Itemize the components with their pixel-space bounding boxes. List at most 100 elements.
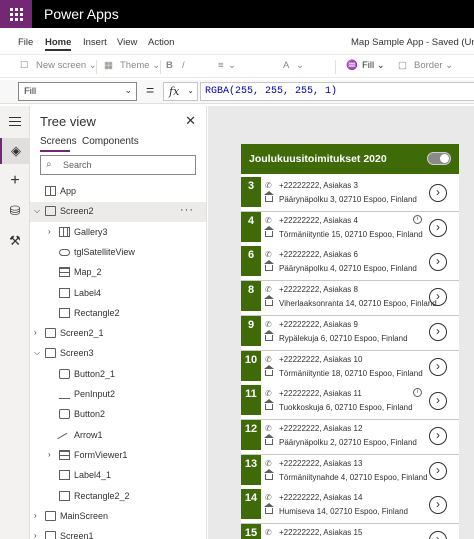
tree-item[interactable]: Rectangle2_2: [30, 487, 206, 507]
tree-item-label: Rectangle2_2: [74, 490, 130, 501]
tree-item[interactable]: Button2: [30, 405, 206, 425]
insert-button[interactable]: +: [0, 168, 30, 194]
chevron-right-icon[interactable]: ›: [429, 357, 447, 376]
tree-item[interactable]: › Screen1: [30, 527, 206, 539]
chevron-right-icon[interactable]: ›: [34, 328, 37, 337]
screen-icon: [45, 206, 56, 217]
customer-row[interactable]: 4 ✆ +22222222, Asiakas 4 Törmäniityntie 15,…: [241, 211, 459, 247]
tree-item[interactable]: Label4_1: [30, 466, 206, 486]
tree-item[interactable]: › MainScreen: [30, 507, 206, 527]
tree-item[interactable]: Map_2: [30, 263, 206, 283]
chevron-down-icon[interactable]: ⌵: [34, 206, 40, 216]
fx-button[interactable]: fx ⌄: [163, 82, 198, 101]
chevron-right-icon[interactable]: ›: [429, 184, 447, 202]
chevron-right-icon[interactable]: ›: [34, 511, 37, 520]
delivery-number: 15: [241, 524, 261, 539]
phone-icon: ✆: [265, 319, 272, 329]
customer-row[interactable]: 8 ✆ +22222222, Asiakas 8 Viherlaaksonranta …: [241, 281, 459, 317]
customer-row[interactable]: 14 ✆ +22222222, Asiakas 14 Humiseva 14, 027…: [241, 489, 459, 525]
data-button[interactable]: ⛁: [0, 198, 30, 224]
phone-icon: ✆: [265, 181, 272, 190]
tree-item-label: Screen3: [60, 348, 94, 359]
home-icon: [264, 191, 274, 202]
text-align-chevron-icon: ⌄: [228, 60, 236, 71]
chevron-right-icon[interactable]: ›: [429, 392, 447, 411]
tree-item[interactable]: tglSatelliteView: [30, 243, 206, 263]
font-color-button[interactable]: A: [283, 60, 289, 71]
chevron-right-icon[interactable]: ›: [429, 531, 447, 539]
customer-row[interactable]: 3 ✆ +22222222, Asiakas 3 Päärynäpolku 3, 02…: [241, 177, 459, 212]
property-dropdown[interactable]: Fill ⌄: [18, 82, 137, 101]
delivery-number: 9: [241, 315, 261, 346]
phone-icon: ✆: [265, 250, 272, 260]
theme-label: Theme: [120, 60, 150, 71]
text-align-button[interactable]: ≡: [218, 60, 224, 71]
app-launcher-button[interactable]: [0, 0, 32, 28]
bold-button[interactable]: B: [166, 60, 173, 71]
tab-screens[interactable]: Screens: [40, 136, 77, 147]
menu-file[interactable]: File: [18, 37, 33, 48]
tree-item[interactable]: App: [30, 182, 206, 202]
database-icon: ⛁: [9, 203, 21, 218]
chevron-right-icon[interactable]: ›: [48, 450, 51, 459]
chevron-right-icon[interactable]: ›: [34, 531, 37, 539]
satellite-view-toggle[interactable]: [427, 152, 451, 165]
info-icon[interactable]: i: [413, 214, 422, 224]
hamburger-menu-button[interactable]: [0, 108, 30, 134]
chevron-right-icon[interactable]: ›: [429, 218, 447, 237]
customer-phone-name: +22222222, Asiakas 3: [279, 181, 358, 190]
chevron-right-icon[interactable]: ›: [429, 288, 447, 307]
chevron-right-icon[interactable]: ›: [429, 253, 447, 272]
tree-item[interactable]: Label4: [30, 284, 206, 304]
customer-address: Rypälekuja 6, 02710 Espoo, Finland: [279, 333, 408, 343]
chevron-right-icon[interactable]: ›: [429, 426, 447, 445]
screen-icon: [45, 510, 56, 521]
customer-row[interactable]: 12 ✆ +22222222, Asiakas 12 Päärynäpolku 2, …: [241, 419, 459, 455]
formula-input[interactable]: RGBA(255, 255, 255, 1): [200, 82, 474, 101]
customer-row[interactable]: 10 ✆ +22222222, Asiakas 10 Törmäniityntie 1…: [241, 350, 459, 386]
menu-home[interactable]: Home: [45, 37, 71, 48]
search-input[interactable]: ⌕ Search: [40, 155, 196, 175]
tools-icon: ⚒: [9, 233, 21, 248]
tree-item[interactable]: ⌵ Screen2 ···: [30, 202, 206, 223]
screen-icon: [45, 328, 56, 339]
customer-phone-name: +22222222, Asiakas 10: [279, 354, 363, 364]
tree-view-button[interactable]: ◈: [0, 138, 30, 164]
more-options-icon[interactable]: ···: [180, 204, 194, 216]
customer-row[interactable]: 13 ✆ +22222222, Asiakas 13 Törmäniitynahde …: [241, 454, 459, 490]
tab-components[interactable]: Components: [82, 136, 139, 147]
theme-button[interactable]: Theme ⌄: [120, 60, 160, 71]
customer-row[interactable]: 9 ✆ +22222222, Asiakas 9 Rypälekuja 6, 0271…: [241, 315, 459, 351]
tree-item[interactable]: › FormViewer1: [30, 446, 206, 466]
canvas-area: Joulukuusitoimitukset 2020 3 ✆ +22222222, …: [208, 106, 474, 539]
tree-item[interactable]: Button2_1: [30, 365, 206, 385]
menu-view[interactable]: View: [117, 37, 137, 48]
toggle-icon: [59, 248, 70, 256]
tree-item[interactable]: › Gallery3: [30, 223, 206, 243]
tree-item[interactable]: Rectangle2: [30, 304, 206, 324]
tree-item[interactable]: Arrow1: [30, 426, 206, 447]
tree-item[interactable]: ⌵ Screen3: [30, 344, 206, 364]
close-icon[interactable]: ✕: [185, 113, 196, 129]
chevron-right-icon[interactable]: ›: [48, 227, 51, 236]
font-size-button[interactable]: /: [182, 60, 185, 71]
customer-row[interactable]: 15 ✆ +22222222, Asiakas 15 ›: [241, 524, 459, 539]
chevron-right-icon[interactable]: ›: [429, 461, 447, 480]
customer-row[interactable]: 11 ✆ +22222222, Asiakas 11 Tuokkoskuja 6, 0…: [241, 385, 459, 421]
menu-insert[interactable]: Insert: [83, 37, 107, 48]
info-icon[interactable]: i: [413, 388, 422, 398]
border-button[interactable]: Border ⌄: [414, 60, 453, 71]
tree-item[interactable]: PenInput2: [30, 385, 206, 405]
customer-address: Päärynäpolku 2, 02710 Espoo, Finland: [279, 437, 417, 447]
menu-action[interactable]: Action: [148, 37, 174, 48]
tree-item[interactable]: › Screen2_1: [30, 324, 206, 344]
customer-row[interactable]: 6 ✆ +22222222, Asiakas 6 Päärynäpolku 4, 02…: [241, 246, 459, 282]
chevron-right-icon[interactable]: ›: [429, 322, 447, 341]
ribbon-divider: [96, 60, 97, 74]
chevron-right-icon[interactable]: ›: [429, 496, 447, 515]
fill-button[interactable]: Fill ⌄: [362, 60, 385, 71]
chevron-down-icon[interactable]: ⌵: [34, 348, 40, 358]
new-screen-button[interactable]: New screen ⌄: [36, 60, 97, 71]
app-screen-preview[interactable]: Joulukuusitoimitukset 2020 3 ✆ +22222222, …: [241, 144, 459, 539]
advanced-tools-button[interactable]: ⚒: [0, 228, 30, 254]
